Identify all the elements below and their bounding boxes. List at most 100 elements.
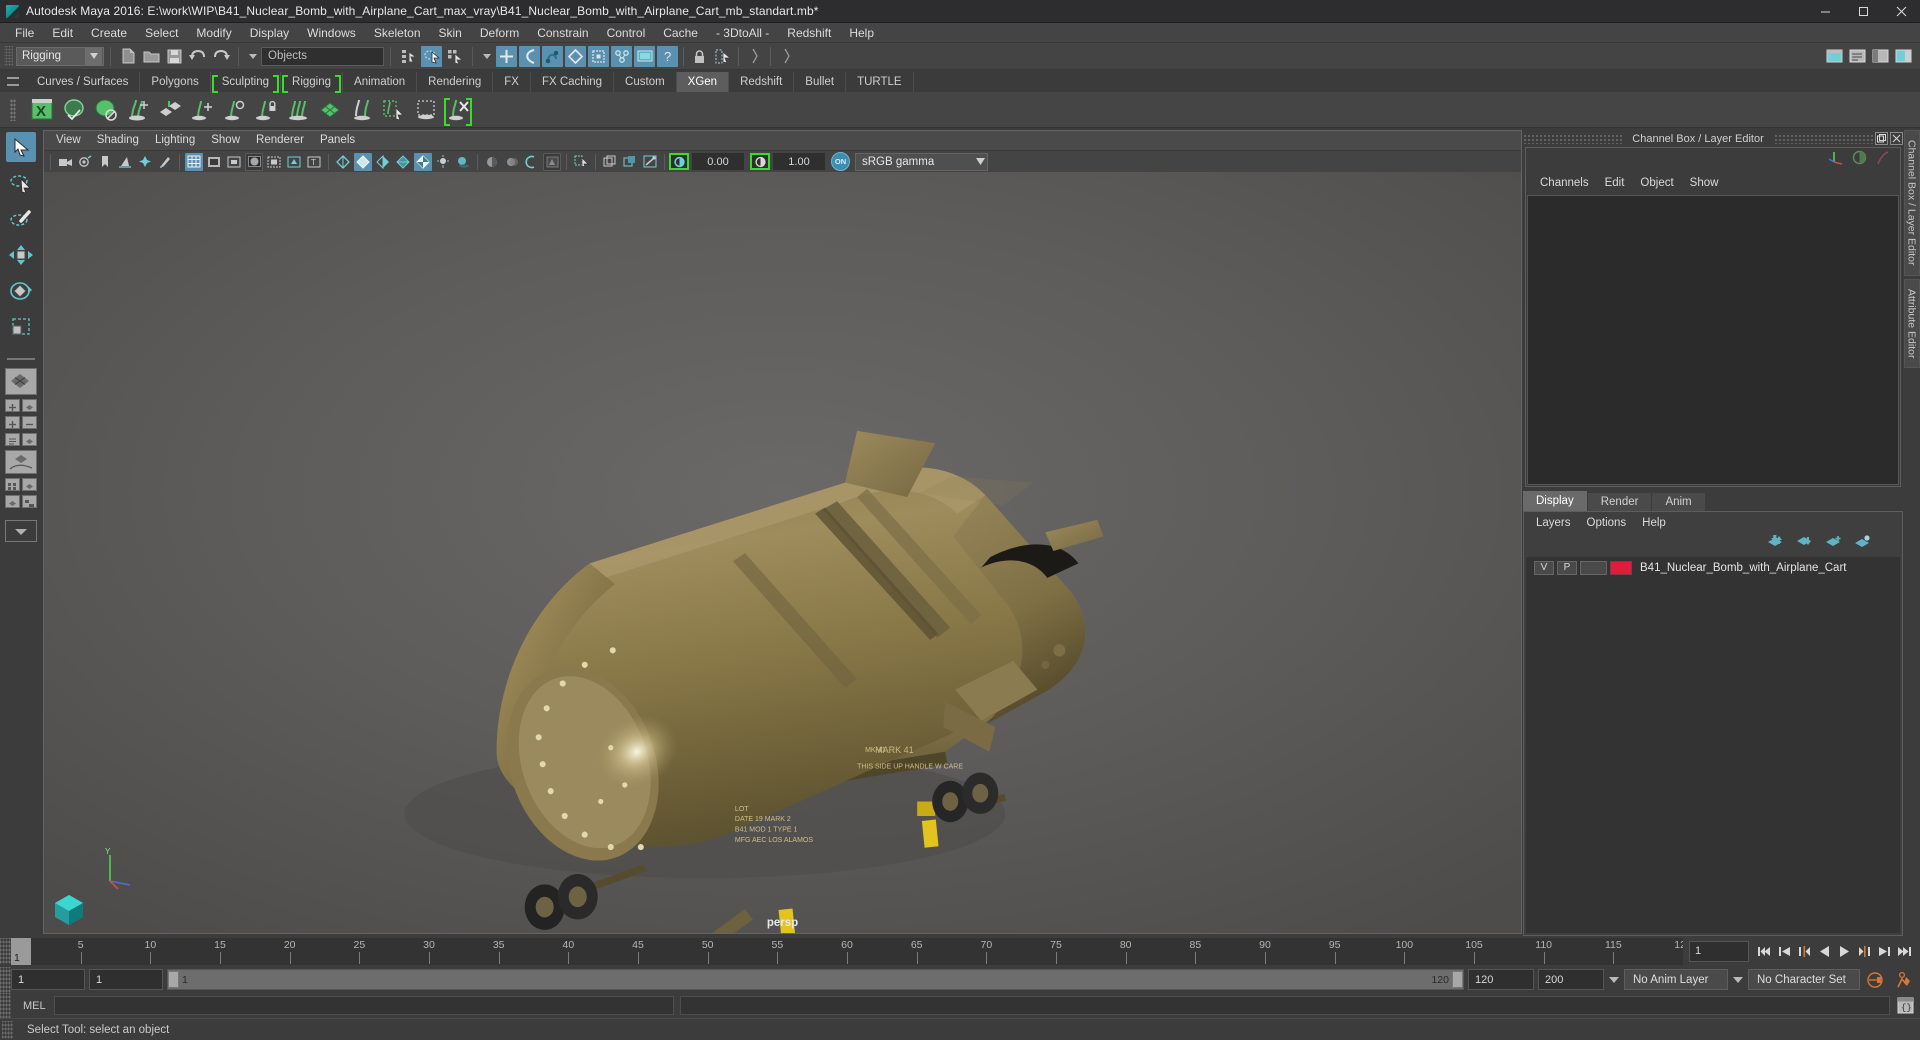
xgen-surface-icon[interactable] (315, 94, 345, 126)
shelf-tab-bullet[interactable]: Bullet (794, 72, 847, 92)
isolate-select-icon[interactable] (543, 152, 561, 171)
range-start-field[interactable]: 1 (89, 969, 163, 990)
snap-to-view-plane-icon[interactable] (588, 45, 609, 67)
anim-start-field[interactable]: 1 (11, 969, 85, 990)
select-tool[interactable] (6, 132, 36, 162)
move-layer-up-icon[interactable] (1768, 534, 1785, 553)
channel-box-menu-edit[interactable]: Edit (1597, 177, 1633, 189)
persp-outliner-layout[interactable] (5, 495, 37, 508)
image-plane-icon[interactable] (116, 153, 134, 171)
axis-gnomon-icon[interactable] (1828, 150, 1844, 170)
grid-icon[interactable] (185, 152, 203, 171)
bookmark-icon[interactable] (96, 153, 114, 171)
auto-keyframe-icon[interactable] (1864, 969, 1886, 991)
menu-select[interactable]: Select (136, 23, 187, 43)
textured-icon[interactable] (414, 152, 432, 171)
shelf-tab-polygons[interactable]: Polygons (140, 72, 211, 92)
xgen-region-icon[interactable] (411, 94, 441, 126)
select-by-object-icon[interactable] (421, 45, 442, 67)
menu-file[interactable]: File (6, 23, 43, 43)
menu-deform[interactable]: Deform (471, 23, 528, 43)
character-set-chevron-icon[interactable] (1733, 976, 1743, 983)
sphere-display-icon[interactable] (1852, 150, 1867, 170)
shelf-icons-grip[interactable] (0, 93, 26, 127)
menu-3dtoall[interactable]: - 3DtoAll - (707, 23, 778, 43)
relationship-pane[interactable] (22, 495, 37, 508)
menu-help[interactable]: Help (840, 23, 883, 43)
hypershade-persp-pane[interactable] (22, 478, 37, 491)
open-scene-icon[interactable] (141, 46, 162, 67)
shelf-tab-fx[interactable]: FX (493, 72, 531, 92)
snap-to-curve-icon[interactable] (519, 45, 540, 67)
undock-icon[interactable] (1875, 132, 1888, 145)
xgen-sphere-icon[interactable] (91, 94, 121, 126)
statusline-grip[interactable] (4, 46, 13, 66)
menu-set-selector[interactable]: Rigging (16, 46, 104, 66)
snap-to-projected-center-icon[interactable] (565, 45, 586, 67)
anim-layer-selector[interactable]: No Anim Layer (1624, 969, 1728, 990)
viewport-canvas[interactable]: LOT DATE 19 MARK 2 B41 MOD 1 TYPE 1 MFG … (44, 172, 1521, 933)
color-management-toggle[interactable]: ON (831, 152, 850, 171)
play-backwards-icon[interactable] (1815, 940, 1834, 962)
channel-box-menu-show[interactable]: Show (1682, 177, 1727, 189)
outliner-persp-layout[interactable] (5, 433, 37, 446)
current-frame-field[interactable]: 1 (1689, 940, 1749, 962)
layer-list[interactable]: V P B41_Nuclear_Bomb_with_Airplane_Cart (1526, 557, 1900, 933)
range-slider-bar[interactable]: 1 120 (167, 969, 1464, 990)
xgen-editor-icon[interactable]: X (27, 94, 57, 126)
menu-control[interactable]: Control (598, 23, 655, 43)
statusline-expand-2-icon[interactable] (776, 46, 797, 67)
camera-attributes-icon[interactable] (76, 153, 94, 171)
outliner-pane[interactable] (5, 433, 20, 446)
four-view-left[interactable] (5, 399, 20, 412)
resolution-gate-icon[interactable] (225, 153, 243, 171)
menu-windows[interactable]: Windows (298, 23, 365, 43)
persp-graph-pane[interactable] (5, 495, 20, 508)
xgen-lock-icon[interactable] (251, 94, 281, 126)
shelf-tab-redshift[interactable]: Redshift (729, 72, 795, 92)
help-line-grip[interactable] (2, 1020, 13, 1039)
channel-box-list[interactable] (1527, 195, 1899, 485)
tab-render[interactable]: Render (1587, 493, 1652, 511)
gate-mask-icon[interactable] (245, 152, 263, 171)
xgen-select-guides-icon[interactable] (379, 94, 409, 126)
range-slider-right-handle[interactable] (1452, 971, 1463, 988)
motion-blur-icon[interactable] (503, 153, 521, 171)
character-set-selector[interactable]: No Character Set (1748, 969, 1860, 990)
lasso-select-tool[interactable] (6, 168, 36, 198)
snap-to-point-icon[interactable] (542, 45, 563, 67)
shelf-tab-fx-caching[interactable]: FX Caching (531, 72, 615, 92)
film-gate-icon[interactable] (205, 153, 223, 171)
curve-display-icon[interactable] (1875, 150, 1890, 170)
anim-layer-chevron-icon[interactable] (1609, 976, 1619, 983)
step-forward-frame-icon[interactable] (1855, 940, 1874, 962)
layer-menu-options[interactable]: Options (1579, 517, 1635, 529)
panel-grip-right[interactable] (1773, 133, 1873, 144)
gamma-value[interactable]: 1.00 (773, 153, 825, 170)
xgen-noise-icon[interactable] (283, 94, 313, 126)
shelf-tab-xgen[interactable]: XGen (676, 72, 730, 92)
menu-display[interactable]: Display (241, 23, 298, 43)
lock-icon[interactable] (689, 46, 710, 67)
object-field[interactable]: Objects (261, 46, 384, 66)
viewport-menu-view[interactable]: View (48, 131, 89, 150)
shelf-tab-custom[interactable]: Custom (614, 72, 677, 92)
go-to-end-icon[interactable] (1895, 940, 1914, 962)
redo-icon[interactable] (210, 46, 231, 67)
xray-active-components-icon[interactable] (621, 153, 639, 171)
shelf-menu-icon[interactable] (0, 70, 26, 92)
layout-menu[interactable] (5, 520, 37, 542)
snap-chevron-icon[interactable] (483, 53, 491, 59)
range-slider-left-handle[interactable] (168, 971, 179, 988)
xgen-collision-icon[interactable] (347, 94, 377, 126)
save-scene-icon[interactable] (164, 46, 185, 67)
viewport-menu-show[interactable]: Show (203, 131, 248, 150)
hypershade-pane[interactable] (5, 478, 20, 491)
select-by-hierarchy-icon[interactable] (398, 46, 419, 67)
new-layer-from-selected-icon[interactable] (1855, 535, 1872, 553)
smooth-shade-all-icon[interactable] (354, 152, 372, 171)
screen-space-ao-icon[interactable] (483, 153, 501, 171)
scale-tool[interactable] (6, 312, 36, 342)
time-slider-grip[interactable] (0, 938, 11, 964)
multisample-icon[interactable] (523, 153, 541, 171)
